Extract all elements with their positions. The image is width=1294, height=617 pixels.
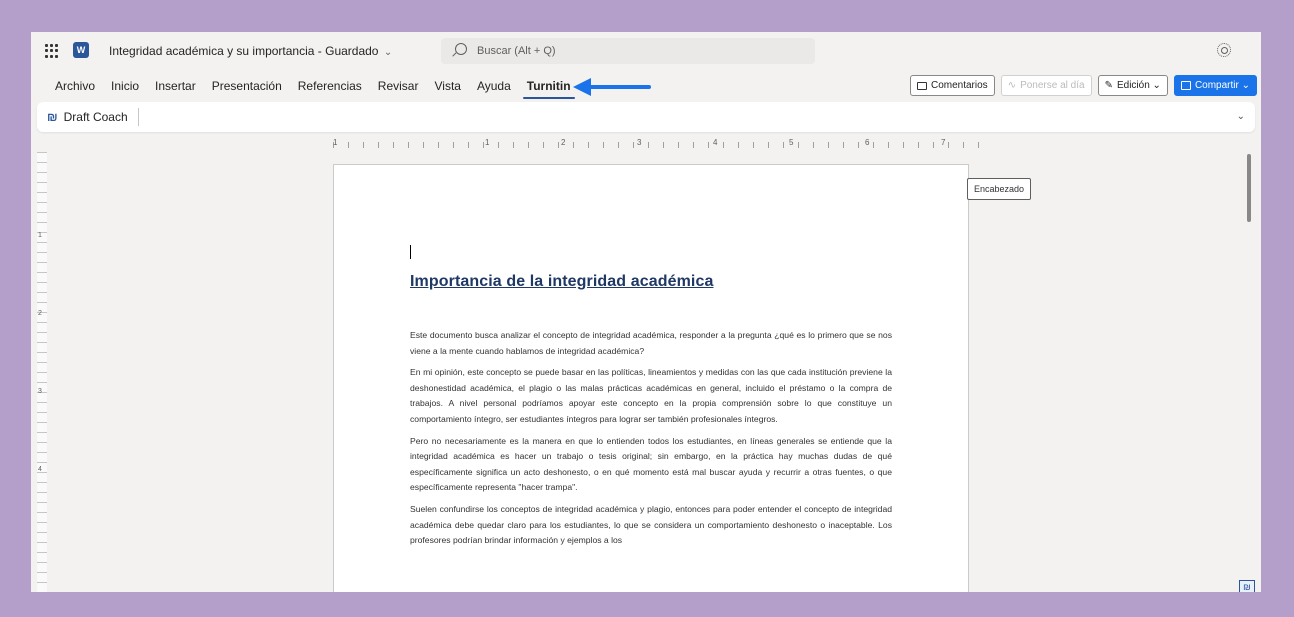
search-box[interactable]: Buscar (Alt + Q) (441, 38, 815, 64)
collapse-ribbon-icon[interactable]: ⌄ (1237, 111, 1245, 122)
ruler-number: 4 (713, 138, 718, 147)
gear-icon[interactable] (1217, 43, 1231, 57)
comments-label: Comentarios (930, 80, 988, 91)
document-title[interactable]: Integridad académica y su importancia - … (109, 44, 392, 58)
comments-button[interactable]: Comentarios (909, 75, 995, 96)
pulse-icon: ∿ (1007, 80, 1017, 91)
ruler-number: 7 (941, 138, 946, 147)
horizontal-ruler[interactable]: 1 1 2 3 4 5 6 7 (333, 138, 983, 150)
chevron-down-icon: ⌄ (383, 47, 393, 58)
ribbon-tabs-bar: Archivo Inicio Insertar Presentación Referen… (31, 70, 1261, 102)
ruler-number: 1 (333, 138, 338, 147)
document-heading[interactable]: Importancia de la integridad académica (410, 273, 713, 291)
draft-coach-button[interactable]: ₪ Draft Coach (47, 110, 128, 124)
ruler-number: 2 (561, 138, 566, 147)
tab-ayuda[interactable]: Ayuda (469, 78, 519, 94)
tab-vista[interactable]: Vista (426, 78, 468, 94)
draft-coach-icon: ₪ (47, 110, 58, 124)
ribbon-toolbar: ₪ Draft Coach ⌄ (37, 102, 1255, 132)
header-actions: Comentarios ∿ Ponerse al día ✎ Edición ⌄… (909, 75, 1257, 96)
ribbon-divider (138, 108, 139, 126)
word-online-window: W Integridad académica y su importancia … (31, 32, 1261, 592)
tab-turnitin[interactable]: Turnitin (519, 78, 579, 99)
tab-insertar[interactable]: Insertar (147, 78, 204, 94)
tab-inicio[interactable]: Inicio (103, 78, 147, 94)
paragraph[interactable]: Pero no necesariamente es la manera en q… (410, 434, 892, 496)
annotation-arrow (573, 78, 651, 96)
search-icon (455, 43, 467, 55)
ruler-number: 3 (637, 138, 642, 147)
title-bar: W Integridad académica y su importancia … (31, 32, 1261, 70)
header-tag[interactable]: Encabezado (967, 178, 1031, 200)
document-body[interactable]: Este documento busca analizar el concept… (410, 328, 892, 555)
draft-coach-corner-icon[interactable]: ₪ (1239, 580, 1255, 592)
ruler-ticks (333, 142, 983, 148)
share-label: Compartir ⌄ (1194, 80, 1250, 91)
editing-label: Edición ⌄ (1116, 80, 1161, 91)
tab-revisar[interactable]: Revisar (370, 78, 427, 94)
vertical-ruler[interactable]: 1 2 3 4 (37, 152, 47, 592)
ruler-number: 1 (38, 232, 42, 239)
editing-mode-button[interactable]: ✎ Edición ⌄ (1097, 75, 1168, 96)
tab-presentacion[interactable]: Presentación (204, 78, 290, 94)
ruler-number: 2 (38, 310, 42, 317)
comment-icon (916, 81, 927, 90)
word-logo-icon: W (73, 42, 89, 58)
ribbon-tabs: Archivo Inicio Insertar Presentación Referen… (47, 78, 579, 99)
catch-up-label: Ponerse al día (1020, 80, 1085, 91)
catch-up-button[interactable]: ∿ Ponerse al día (1000, 75, 1092, 96)
tab-archivo[interactable]: Archivo (47, 78, 103, 94)
paragraph[interactable]: En mi opinión, este concepto se puede ba… (410, 365, 892, 427)
document-page[interactable]: Importancia de la integridad académica E… (333, 164, 969, 592)
tab-referencias[interactable]: Referencias (290, 78, 370, 94)
app-launcher-icon[interactable] (45, 44, 59, 58)
paragraph[interactable]: Este documento busca analizar el concept… (410, 328, 892, 359)
paragraph[interactable]: Suelen confundirse los conceptos de inte… (410, 502, 892, 549)
share-icon (1180, 81, 1191, 90)
search-placeholder: Buscar (Alt + Q) (477, 45, 556, 57)
ruler-number: 6 (865, 138, 870, 147)
ruler-number: 4 (38, 466, 42, 473)
vertical-scrollbar[interactable] (1247, 154, 1251, 222)
ruler-number: 5 (789, 138, 794, 147)
share-button[interactable]: Compartir ⌄ (1173, 75, 1257, 96)
pencil-icon: ✎ (1104, 80, 1113, 91)
draft-coach-label: Draft Coach (63, 110, 128, 124)
ruler-number: 1 (485, 138, 490, 147)
document-title-text: Integridad académica y su importancia - … (109, 44, 379, 58)
text-cursor (410, 245, 411, 259)
ruler-number: 3 (38, 388, 42, 395)
